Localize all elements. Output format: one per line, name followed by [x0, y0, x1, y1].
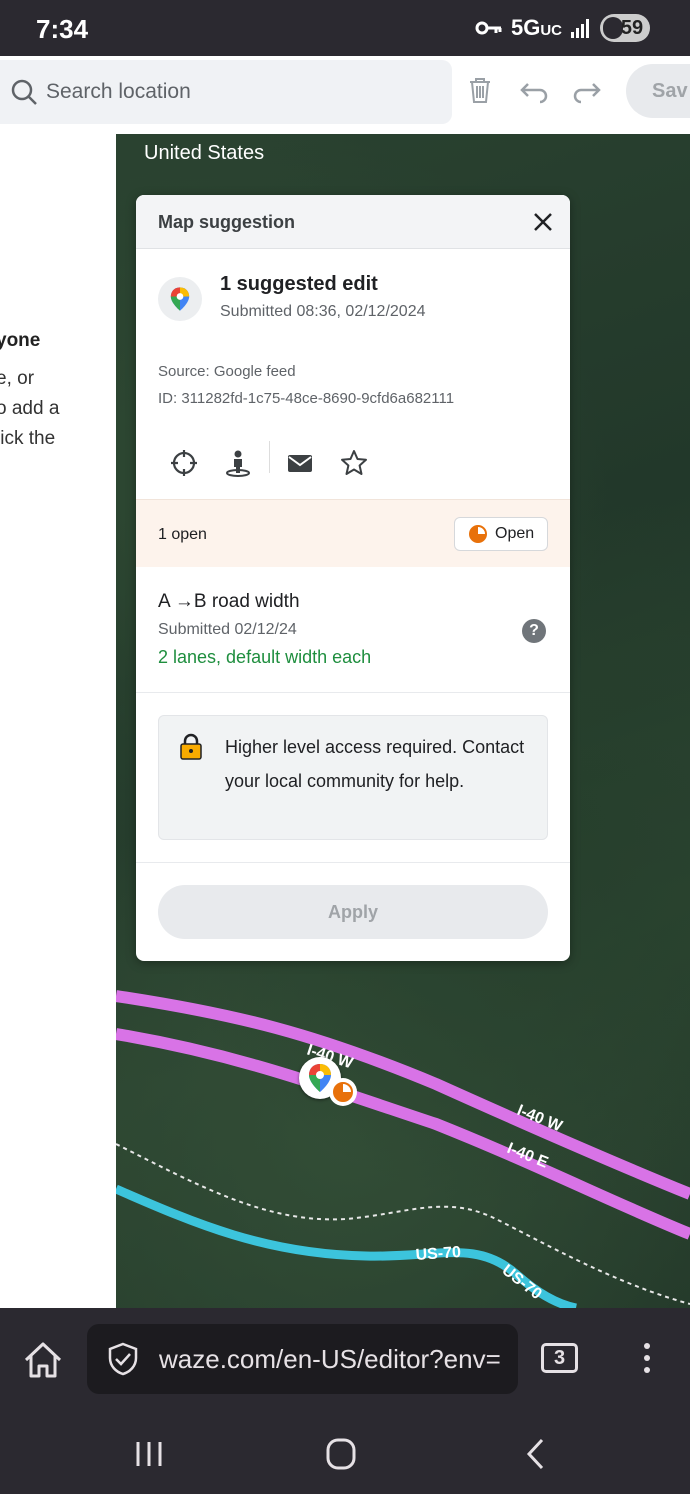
google-maps-icon: [158, 277, 202, 321]
search-input[interactable]: Search location: [0, 60, 452, 124]
suggestion-source: Source: Google feed: [158, 363, 296, 380]
pie-status-icon: [469, 525, 487, 543]
trash-icon[interactable]: [464, 74, 496, 106]
redo-icon[interactable]: [571, 74, 603, 106]
apply-button[interactable]: Apply: [158, 885, 548, 939]
tab-count-button[interactable]: 3: [541, 1343, 578, 1373]
url-text: waze.com/en-US/editor?env=: [159, 1344, 501, 1374]
shield-check-icon[interactable]: [105, 1341, 141, 1377]
save-button[interactable]: Sav: [626, 64, 690, 118]
side-panel-text: lick the: [0, 428, 56, 449]
side-panel-text: o add a: [0, 398, 60, 419]
road-label: US-70: [415, 1244, 462, 1264]
map-suggestion-dialog: Map suggestion 1 suggested edit Submitte…: [136, 195, 570, 961]
crosshair-icon[interactable]: [170, 449, 198, 477]
highway-us70[interactable]: [116, 1184, 578, 1308]
home-icon[interactable]: [22, 1340, 64, 1380]
signal-icon: [571, 19, 589, 38]
lock-icon: [180, 733, 202, 760]
network-type: 5GUC: [510, 15, 562, 40]
divider: [136, 692, 570, 693]
vpn-key-icon: [475, 21, 502, 35]
battery-indicator: 59: [600, 14, 650, 42]
address-bar[interactable]: waze.com/en-US/editor?env=: [87, 1324, 518, 1394]
status-time: 7:34: [36, 14, 89, 44]
divider: [136, 862, 570, 863]
dialog-title: Map suggestion: [158, 212, 296, 232]
editor-toolbar: Search location Sav: [0, 56, 690, 134]
side-panel: yone e, or o add a lick the: [0, 134, 116, 1308]
action-divider: [269, 441, 270, 473]
close-icon[interactable]: [532, 211, 554, 233]
system-nav-bar: [0, 1408, 690, 1494]
open-status-label: Open: [495, 525, 535, 542]
star-icon[interactable]: [340, 449, 368, 477]
dialog-header: Map suggestion: [136, 195, 570, 249]
search-placeholder: Search location: [46, 80, 191, 103]
road-label: US-70: [499, 1262, 545, 1303]
undo-icon[interactable]: [518, 74, 550, 106]
open-status-bar: 1 open Open: [136, 499, 570, 567]
side-panel-heading: yone: [0, 330, 41, 351]
recent-apps-icon[interactable]: [134, 1440, 164, 1468]
side-panel-text: e, or: [0, 368, 35, 389]
open-status-button[interactable]: Open: [454, 517, 548, 551]
suggestion-title: 1 suggested edit: [220, 273, 378, 295]
edit-submitted: Submitted 02/12/24: [158, 621, 297, 638]
street-view-icon[interactable]: [224, 449, 252, 477]
status-bar: 7:34 5GUC 59: [0, 0, 690, 56]
open-status-badge: [329, 1078, 357, 1106]
suggestion-submitted: Submitted 08:36, 02/12/2024: [220, 303, 426, 320]
status-icons: 5GUC 59: [475, 14, 650, 42]
suggestion-id: ID: 311282fd-1c75-48ce-8690-9cfd6a682111: [158, 390, 455, 407]
search-icon: [11, 79, 37, 105]
access-notice: Higher level access required. Contact yo…: [158, 715, 548, 840]
edit-title: A →B road width: [158, 591, 300, 612]
help-icon[interactable]: ?: [522, 619, 546, 643]
back-icon[interactable]: [524, 1438, 548, 1470]
open-count: 1 open: [158, 526, 207, 543]
highway-i40e[interactable]: [116, 1028, 690, 1240]
highway-i40w[interactable]: [116, 990, 690, 1200]
browser-toolbar: waze.com/en-US/editor?env= 3: [0, 1308, 690, 1408]
access-message: Higher level access required. Contact yo…: [225, 737, 525, 791]
edit-value: 2 lanes, default width each: [158, 647, 372, 667]
more-menu-icon[interactable]: [640, 1340, 654, 1376]
envelope-icon[interactable]: [286, 449, 314, 477]
home-nav-icon[interactable]: [326, 1438, 356, 1470]
